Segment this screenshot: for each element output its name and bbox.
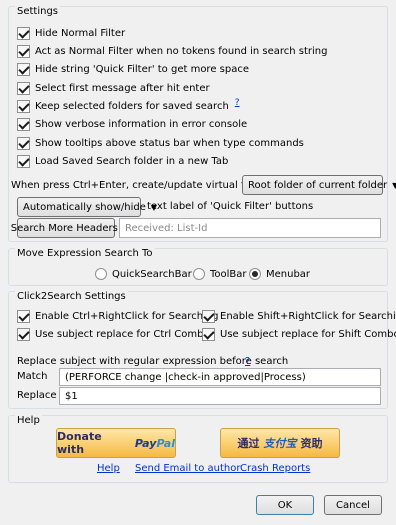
replace-label: Replace bbox=[17, 390, 57, 401]
radio-quicksearchbar[interactable]: QuickSearchBar bbox=[95, 267, 192, 281]
checkbox-box[interactable] bbox=[17, 327, 30, 341]
quick-filter-mode-suffix: text label of 'Quick Filter' buttons bbox=[147, 201, 314, 212]
help-link[interactable]: Help bbox=[97, 462, 120, 476]
checkbox-box[interactable] bbox=[17, 62, 30, 76]
search-more-headers-button[interactable]: Search More Headers: bbox=[11, 218, 121, 238]
move-expression-group: Move Expression Search To QuickSearchBar… bbox=[8, 248, 388, 286]
radio-label: ToolBar bbox=[210, 268, 247, 280]
checkbox-box[interactable] bbox=[17, 154, 30, 168]
keep-selected-folders-checkbox[interactable]: Keep selected folders for saved search ? bbox=[17, 98, 240, 113]
hide-normal-filter-checkbox[interactable]: Hide Normal Filter bbox=[17, 26, 125, 40]
show-tooltips-checkbox[interactable]: Show tooltips above status bar when type… bbox=[17, 136, 304, 150]
checkbox-box[interactable] bbox=[17, 26, 30, 40]
radio-button[interactable] bbox=[95, 268, 107, 280]
select-first-message-checkbox[interactable]: Select first message after hit enter bbox=[17, 81, 210, 95]
match-label: Match bbox=[17, 371, 48, 382]
keep-folders-help-link[interactable]: ? bbox=[235, 98, 240, 108]
search-headers-placeholder: Received: List-Id bbox=[125, 222, 208, 234]
radio-label: QuickSearchBar bbox=[112, 268, 192, 280]
enable-ctrl-rightclick-checkbox[interactable]: Enable Ctrl+RightClick for Searching bbox=[17, 309, 219, 323]
cancel-button[interactable]: Cancel bbox=[324, 495, 382, 515]
replace-input[interactable]: $1 bbox=[59, 387, 381, 405]
chevron-down-icon: ▼ bbox=[392, 180, 396, 190]
cancel-button-label: Cancel bbox=[336, 499, 370, 511]
checkbox-label: Show tooltips above status bar when type… bbox=[35, 137, 304, 149]
radio-toolbar[interactable]: ToolBar bbox=[193, 267, 247, 281]
checkbox-box[interactable] bbox=[17, 81, 30, 95]
checkbox-label: Hide string 'Quick Filter' to get more s… bbox=[35, 63, 249, 75]
checkbox-label: Hide Normal Filter bbox=[35, 27, 126, 39]
checkbox-label: Use subject replace for Ctrl Combo bbox=[35, 328, 210, 340]
replace-input-value: $1 bbox=[65, 390, 78, 402]
checkbox-box[interactable] bbox=[17, 136, 30, 150]
donate-alipay-suffix: 资助 bbox=[300, 437, 323, 450]
radio-menubar[interactable]: Menubar bbox=[249, 267, 310, 281]
move-expression-title: Move Expression Search To bbox=[15, 248, 155, 260]
radio-button[interactable] bbox=[249, 268, 261, 280]
checkbox-label: Enable Shift+RightClick for Searching bbox=[220, 310, 396, 322]
settings-group-title: Settings bbox=[15, 6, 61, 18]
click2search-title: Click2Search Settings bbox=[15, 291, 128, 303]
radio-button[interactable] bbox=[193, 268, 205, 280]
donate-alipay-button[interactable]: 通过 支付宝 资助 bbox=[220, 428, 340, 458]
paypal-logo-pay: Pay bbox=[134, 436, 157, 450]
search-headers-input[interactable]: Received: List-Id bbox=[119, 218, 381, 238]
verbose-info-checkbox[interactable]: Show verbose information in error consol… bbox=[17, 117, 247, 131]
checkbox-label: Select first message after hit enter bbox=[35, 82, 210, 94]
settings-group: Settings Hide Normal Filter Act as Norma… bbox=[8, 6, 396, 242]
alipay-logo: 支付宝 bbox=[263, 437, 297, 450]
paypal-logo-pal: Pal bbox=[156, 436, 175, 450]
hide-quick-filter-string-checkbox[interactable]: Hide string 'Quick Filter' to get more s… bbox=[17, 62, 249, 76]
quick-filter-mode-dropdown[interactable]: Automatically show/hide ▼ bbox=[17, 197, 157, 217]
checkbox-box[interactable] bbox=[202, 327, 215, 341]
subject-replace-ctrl-checkbox[interactable]: Use subject replace for Ctrl Combo bbox=[17, 327, 210, 341]
act-as-normal-filter-checkbox[interactable]: Act as Normal Filter when no tokens foun… bbox=[17, 44, 328, 58]
ok-button[interactable]: OK bbox=[256, 495, 314, 515]
checkbox-label: Act as Normal Filter when no tokens foun… bbox=[35, 45, 328, 57]
ok-button-label: OK bbox=[277, 499, 293, 511]
match-input[interactable]: (PERFORCE change |check-in approved|Proc… bbox=[59, 368, 381, 386]
click2search-group: Click2Search Settings Enable Ctrl+RightC… bbox=[8, 291, 396, 409]
help-group-title: Help bbox=[15, 415, 42, 427]
quick-filter-mode-value: Automatically show/hide bbox=[23, 201, 146, 213]
checkbox-label: Keep selected folders for saved search bbox=[35, 100, 229, 112]
send-email-link[interactable]: Send Email to author bbox=[135, 462, 240, 476]
checkbox-box[interactable] bbox=[17, 309, 30, 323]
ctrl-enter-folder-dropdown[interactable]: Root folder of current folder ▼ bbox=[242, 175, 396, 195]
checkbox-label: Show verbose information in error consol… bbox=[35, 118, 248, 130]
subject-replace-shift-checkbox[interactable]: Use subject replace for Shift Combo bbox=[202, 327, 396, 341]
donate-alipay-prefix: 通过 bbox=[237, 437, 260, 450]
checkbox-box[interactable] bbox=[17, 117, 30, 131]
donate-paypal-prefix: Donate with bbox=[57, 430, 102, 456]
checkbox-box[interactable] bbox=[202, 309, 215, 323]
checkbox-box[interactable] bbox=[17, 44, 30, 58]
help-group: Help Donate with Pay Pal 通过 支付宝 资助 Help S… bbox=[8, 415, 388, 483]
match-input-value: (PERFORCE change |check-in approved|Proc… bbox=[65, 371, 306, 383]
checkbox-box[interactable] bbox=[17, 99, 30, 113]
enable-shift-rightclick-checkbox[interactable]: Enable Shift+RightClick for Searching bbox=[202, 309, 396, 323]
checkbox-label: Load Saved Search folder in a new Tab bbox=[35, 155, 229, 167]
load-saved-search-tab-checkbox[interactable]: Load Saved Search folder in a new Tab bbox=[17, 154, 228, 168]
search-more-headers-label: Search More Headers: bbox=[10, 222, 122, 234]
checkbox-label: Use subject replace for Shift Combo bbox=[220, 328, 396, 340]
ctrl-enter-folder-value: Root folder of current folder bbox=[248, 179, 388, 191]
checkbox-label: Enable Ctrl+RightClick for Searching bbox=[35, 310, 219, 322]
radio-label: Menubar bbox=[266, 268, 311, 280]
replace-subject-help-link[interactable]: ? bbox=[245, 355, 250, 369]
donate-paypal-button[interactable]: Donate with Pay Pal bbox=[56, 428, 176, 458]
crash-reports-link[interactable]: Crash Reports bbox=[240, 462, 310, 476]
